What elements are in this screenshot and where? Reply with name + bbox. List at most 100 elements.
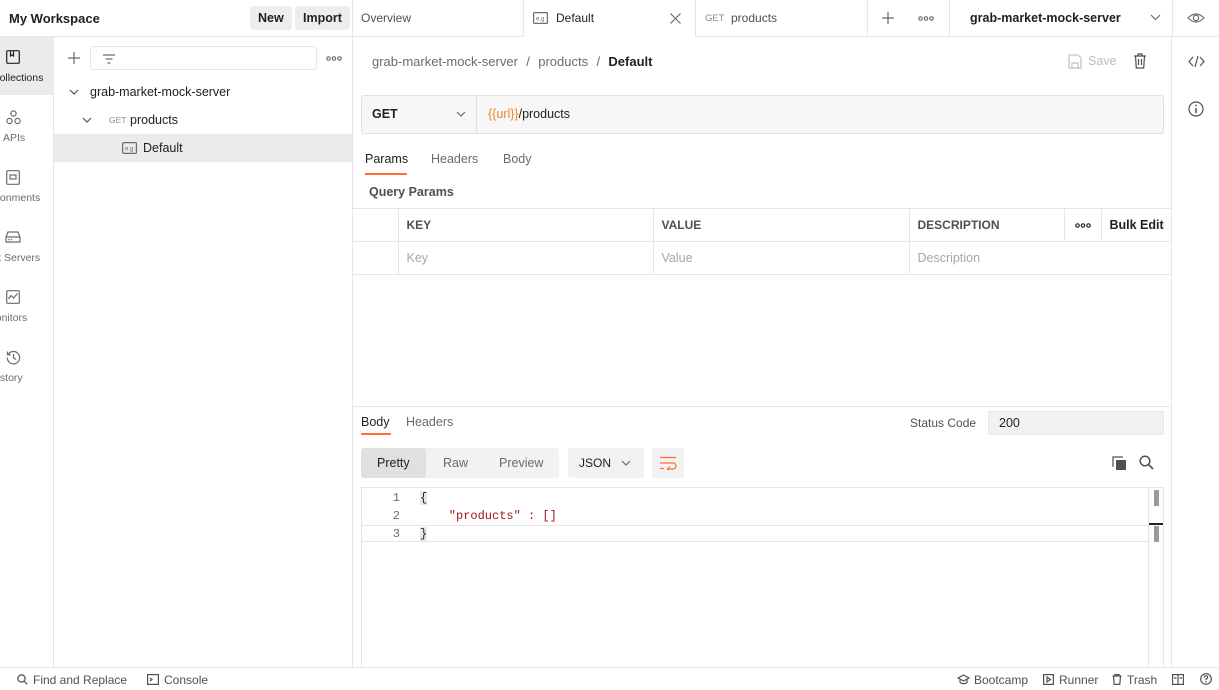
tab-default[interactable]: e.g Default (524, 0, 696, 37)
column-options[interactable] (1063, 208, 1101, 242)
add-collection-icon[interactable] (67, 51, 81, 65)
response-tab-body[interactable]: Body (361, 415, 390, 429)
method-badge: GET (705, 13, 725, 24)
search-icon (17, 674, 28, 685)
environment-label: grab-market-mock-server (970, 11, 1121, 25)
right-rail (1171, 37, 1219, 667)
active-tab-indicator (365, 173, 407, 175)
save-label: Save (1088, 54, 1117, 68)
method-badge: GET (109, 115, 127, 125)
table-header-row: KEY VALUE DESCRIPTION Bulk Edit (353, 208, 1171, 242)
code-line: { (420, 491, 428, 505)
two-pane-icon[interactable] (1172, 674, 1184, 685)
scrollbar-thumb[interactable] (1154, 490, 1159, 506)
status-code-input[interactable]: 200 (988, 411, 1164, 435)
line-number: 3 (392, 527, 400, 541)
breadcrumb-request[interactable]: products (538, 54, 588, 69)
tab-params[interactable]: Params (365, 152, 408, 166)
import-button[interactable]: Import (295, 6, 350, 30)
rail-item-history[interactable]: History (0, 337, 53, 395)
status-bar: Find and Replace Console Bootcamp Runner… (0, 667, 1219, 690)
tab-body[interactable]: Body (503, 152, 532, 166)
bulk-edit-button[interactable]: Bulk Edit (1100, 208, 1171, 242)
view-preview[interactable]: Preview (483, 448, 559, 478)
tab-products[interactable]: GET products (696, 0, 868, 37)
help-icon[interactable] (1200, 673, 1212, 685)
apis-icon (6, 110, 21, 125)
view-raw[interactable]: Raw (427, 448, 484, 478)
tree-item-collection[interactable]: grab-market-mock-server (54, 78, 352, 106)
tab-overview[interactable]: Overview (353, 0, 524, 37)
tree-item-request[interactable]: GET products (54, 106, 352, 134)
workspace-title[interactable]: My Workspace (9, 11, 100, 26)
bootcamp-icon (957, 674, 970, 685)
environment-selector[interactable]: grab-market-mock-server (950, 0, 1172, 37)
mock-servers-icon (5, 231, 21, 243)
example-name: Default (143, 141, 183, 155)
more-icon[interactable] (326, 56, 342, 61)
trash-label: Trash (1127, 673, 1158, 687)
save-icon (1068, 54, 1082, 69)
runner-label: Runner (1059, 673, 1099, 687)
eye-icon[interactable] (1187, 11, 1205, 25)
response-tab-headers[interactable]: Headers (406, 415, 453, 429)
console-button[interactable]: Console (147, 672, 208, 688)
trash-button[interactable]: Trash (1112, 672, 1157, 688)
response-body-editor[interactable]: 1 2 3 { "products" : [] } (361, 487, 1164, 668)
add-tab-icon[interactable] (881, 11, 895, 25)
tree-item-example[interactable]: e.g Default (54, 134, 352, 162)
column-key: KEY (397, 208, 653, 242)
rail-item-apis[interactable]: APIs (0, 97, 53, 155)
rail-label: History (0, 372, 23, 384)
format-label: JSON (579, 456, 612, 470)
bootcamp-button[interactable]: Bootcamp (957, 672, 1028, 688)
url-variable: {{url}} (488, 107, 519, 121)
code-line: "products" : [] (420, 509, 557, 523)
row-checkbox[interactable] (353, 241, 398, 275)
rail-item-collections[interactable]: Collections (0, 37, 53, 95)
code-icon[interactable] (1188, 55, 1205, 68)
runner-button[interactable]: Runner (1043, 672, 1098, 688)
svg-text:e.g: e.g (125, 147, 133, 153)
tab-label: products (731, 11, 778, 25)
find-replace-button[interactable]: Find and Replace (17, 672, 127, 688)
close-icon[interactable] (669, 12, 682, 25)
more-icon[interactable] (918, 16, 934, 21)
chevron-down-icon (1150, 14, 1161, 21)
url-bar: GET {{url}}/products (361, 95, 1164, 134)
column-description: DESCRIPTION (908, 208, 1064, 242)
view-pretty[interactable]: Pretty (361, 448, 426, 478)
rail-item-mock-servers[interactable]: Mock Servers (0, 217, 53, 275)
rail-label: Environments (0, 192, 41, 204)
collections-sidebar: grab-market-mock-server GET products e.g… (54, 37, 353, 667)
request-name: products (130, 113, 178, 127)
description-input[interactable]: Description (908, 241, 1171, 275)
trash-icon[interactable] (1133, 53, 1147, 69)
method-label: GET (372, 107, 398, 121)
query-params-title: Query Params (369, 185, 454, 199)
format-select[interactable]: JSON (568, 448, 644, 478)
info-icon[interactable] (1188, 101, 1204, 117)
method-select[interactable]: GET (362, 96, 477, 133)
rail-item-monitors[interactable]: Monitors (0, 277, 53, 335)
tab-headers[interactable]: Headers (431, 152, 478, 166)
rail-item-environments[interactable]: Environments (0, 157, 53, 215)
key-input[interactable]: Key (397, 241, 653, 275)
active-line-highlight (362, 525, 1150, 542)
chevron-down-icon (82, 117, 92, 123)
active-tab-indicator (361, 433, 391, 435)
url-input[interactable]: {{url}}/products (488, 107, 570, 121)
filter-icon (102, 54, 116, 64)
copy-icon[interactable] (1112, 456, 1127, 471)
search-icon[interactable] (1139, 455, 1154, 470)
environments-icon (6, 170, 20, 185)
filter-input[interactable] (90, 46, 317, 70)
breadcrumb-collection[interactable]: grab-market-mock-server (372, 54, 518, 69)
table-row: Key Value Description (353, 241, 1171, 275)
collection-name: grab-market-mock-server (90, 85, 231, 99)
new-button[interactable]: New (250, 6, 292, 30)
value-input[interactable]: Value (652, 241, 909, 275)
wrap-lines-button[interactable] (652, 448, 684, 478)
rail-label: Mock Servers (0, 252, 41, 264)
column-value: VALUE (652, 208, 909, 242)
